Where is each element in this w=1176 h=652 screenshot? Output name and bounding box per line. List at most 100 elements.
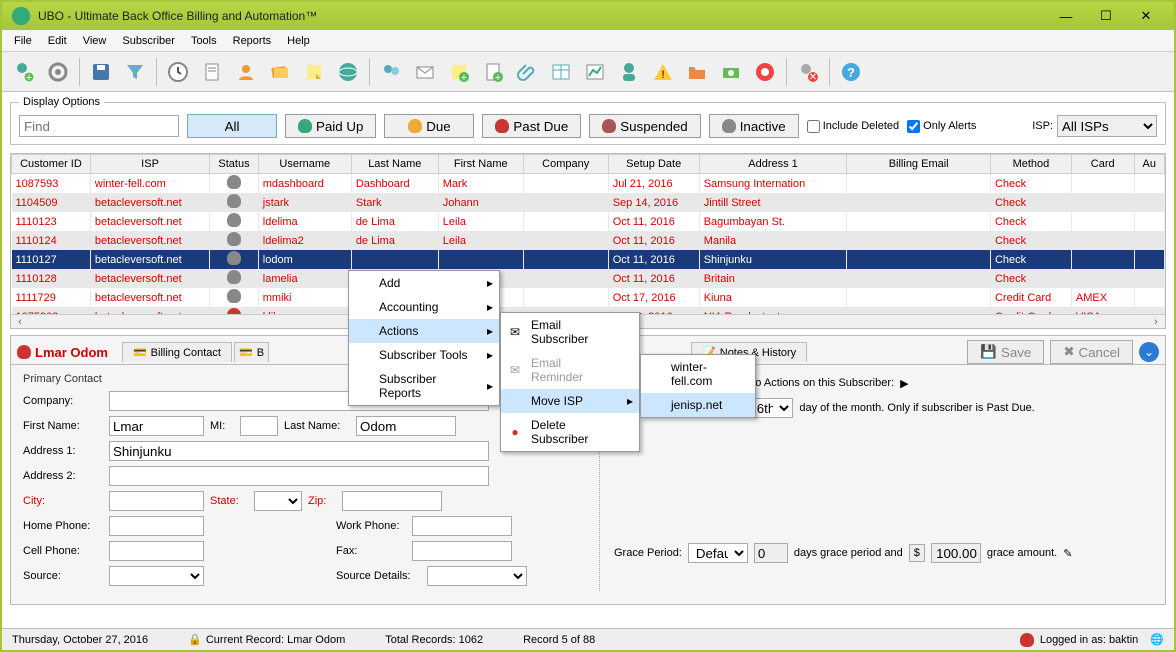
contact-icon[interactable] xyxy=(230,56,262,88)
filter-pastdue-button[interactable]: Past Due xyxy=(482,114,581,138)
users-icon[interactable] xyxy=(375,56,407,88)
only-alerts-checkbox[interactable]: Only Alerts xyxy=(907,120,976,133)
delete-user-icon[interactable]: ✕ xyxy=(792,56,824,88)
table-row[interactable]: 1104509betacleversoft.netjstarkStarkJoha… xyxy=(12,193,1165,212)
menu-edit[interactable]: Edit xyxy=(40,33,75,49)
new-doc-icon[interactable]: + xyxy=(477,56,509,88)
add-subscriber-icon[interactable]: + xyxy=(8,56,40,88)
source-details-select[interactable] xyxy=(427,566,527,586)
col-customer-id[interactable]: Customer ID xyxy=(12,155,91,174)
table-row[interactable]: 1110123betacleversoft.netldelimade LimaL… xyxy=(12,212,1165,231)
money-icon[interactable] xyxy=(715,56,747,88)
context-menu-isp[interactable]: winter-fell.com jenisp.net xyxy=(640,354,756,418)
gear-icon[interactable] xyxy=(42,56,74,88)
filter-all-button[interactable]: All xyxy=(187,114,277,138)
col-billing-email[interactable]: Billing Email xyxy=(847,155,991,174)
filter-paidup-button[interactable]: Paid Up xyxy=(285,114,376,138)
menu-file[interactable]: File xyxy=(6,33,40,49)
info-icon[interactable]: ? xyxy=(835,56,867,88)
source-select[interactable] xyxy=(109,566,204,586)
cancel-button[interactable]: ✖Cancel xyxy=(1050,340,1133,364)
address1-field[interactable] xyxy=(109,441,489,461)
save-button[interactable]: 💾Save xyxy=(967,340,1044,364)
table-row[interactable]: 1087593winter-fell.commdashboardDashboar… xyxy=(12,174,1165,194)
find-input[interactable] xyxy=(19,115,179,137)
minimize-button[interactable]: — xyxy=(1046,4,1086,28)
clock-icon[interactable] xyxy=(162,56,194,88)
first-name-field[interactable] xyxy=(109,416,204,436)
document-icon[interactable] xyxy=(196,56,228,88)
ctx-move-isp[interactable]: Move ISP▸ xyxy=(501,389,639,413)
mail-icon[interactable] xyxy=(409,56,441,88)
col-au[interactable]: Au xyxy=(1134,155,1164,174)
ctx-add[interactable]: Add▸ xyxy=(349,271,499,295)
col-company[interactable]: Company xyxy=(523,155,608,174)
state-select[interactable] xyxy=(254,491,302,511)
ctx-subscriber-reports[interactable]: Subscriber Reports▸ xyxy=(349,367,499,405)
alert-icon[interactable]: ! xyxy=(647,56,679,88)
filter-suspended-button[interactable]: Suspended xyxy=(589,114,700,138)
col-address-1[interactable]: Address 1 xyxy=(699,155,847,174)
table-row[interactable]: 1110128betacleversoft.netlameliaOct 11, … xyxy=(12,269,1165,288)
table-row[interactable]: 1111729betacleversoft.netmmikiOct 17, 20… xyxy=(12,288,1165,307)
col-card[interactable]: Card xyxy=(1071,155,1134,174)
isp-select[interactable]: All ISPs xyxy=(1057,115,1157,137)
col-first-name[interactable]: First Name xyxy=(438,155,523,174)
maximize-button[interactable]: ☐ xyxy=(1086,4,1126,28)
filter-due-button[interactable]: Due xyxy=(384,114,474,138)
mi-field[interactable] xyxy=(240,416,278,436)
note-icon[interactable] xyxy=(298,56,330,88)
menu-help[interactable]: Help xyxy=(279,33,318,49)
col-username[interactable]: Username xyxy=(258,155,351,174)
work-phone-field[interactable] xyxy=(412,516,512,536)
filter-inactive-button[interactable]: Inactive xyxy=(709,114,799,138)
close-button[interactable]: ✕ xyxy=(1126,4,1166,28)
tab-b[interactable]: 💳B xyxy=(234,342,269,362)
table-row[interactable]: 1110127betacleversoft.netlodomOct 11, 20… xyxy=(12,250,1165,269)
expand-icon[interactable]: ⌄ xyxy=(1139,342,1159,362)
help-icon[interactable] xyxy=(749,56,781,88)
scroll-left-icon[interactable]: ‹ xyxy=(13,316,27,328)
context-menu-actions[interactable]: ✉Email Subscriber ✉Email Reminder Move I… xyxy=(500,312,640,452)
admin-icon[interactable] xyxy=(613,56,645,88)
ctx-subscriber-tools[interactable]: Subscriber Tools▸ xyxy=(349,343,499,367)
filter-icon[interactable] xyxy=(119,56,151,88)
context-menu-main[interactable]: Add▸ Accounting▸ Actions▸ Subscriber Too… xyxy=(348,270,500,406)
scroll-right-icon[interactable]: › xyxy=(1149,316,1163,328)
edit-icon[interactable]: ✎ xyxy=(1063,547,1072,560)
col-last-name[interactable]: Last Name xyxy=(351,155,438,174)
include-deleted-checkbox[interactable]: Include Deleted xyxy=(807,120,899,133)
ctx-email-subscriber[interactable]: ✉Email Subscriber xyxy=(501,313,639,351)
table-row[interactable]: 1110124betacleversoft.netldelima2de Lima… xyxy=(12,231,1165,250)
ctx-accounting[interactable]: Accounting▸ xyxy=(349,295,499,319)
grace-period-select[interactable]: Default xyxy=(688,543,748,563)
ctx-actions[interactable]: Actions▸ xyxy=(349,319,499,343)
menu-subscriber[interactable]: Subscriber xyxy=(114,33,183,49)
ctx-isp-winterfell[interactable]: winter-fell.com xyxy=(641,355,755,393)
ctx-isp-jenisp[interactable]: jenisp.net xyxy=(641,393,755,417)
cards-icon[interactable] xyxy=(264,56,296,88)
col-status[interactable]: Status xyxy=(210,155,259,174)
address2-field[interactable] xyxy=(109,466,489,486)
tab-billing-contact[interactable]: 💳Billing Contact xyxy=(122,342,232,362)
col-method[interactable]: Method xyxy=(990,155,1071,174)
menu-view[interactable]: View xyxy=(75,33,115,49)
col-isp[interactable]: ISP xyxy=(90,155,209,174)
new-note-icon[interactable]: + xyxy=(443,56,475,88)
menu-tools[interactable]: Tools xyxy=(183,33,225,49)
globe-icon[interactable] xyxy=(332,56,364,88)
last-name-field[interactable] xyxy=(356,416,456,436)
home-phone-field[interactable] xyxy=(109,516,204,536)
city-field[interactable] xyxy=(109,491,204,511)
play-icon[interactable]: ▶ xyxy=(900,377,908,390)
zip-field[interactable] xyxy=(342,491,442,511)
cell-phone-field[interactable] xyxy=(109,541,204,561)
fax-field[interactable] xyxy=(412,541,512,561)
save-icon[interactable] xyxy=(85,56,117,88)
folder-icon[interactable] xyxy=(681,56,713,88)
ctx-delete-subscriber[interactable]: ●Delete Subscriber xyxy=(501,413,639,451)
attachment-icon[interactable] xyxy=(511,56,543,88)
menu-reports[interactable]: Reports xyxy=(225,33,280,49)
subscriber-grid[interactable]: Customer IDISPStatusUsernameLast NameFir… xyxy=(10,153,1166,329)
table-icon[interactable] xyxy=(545,56,577,88)
